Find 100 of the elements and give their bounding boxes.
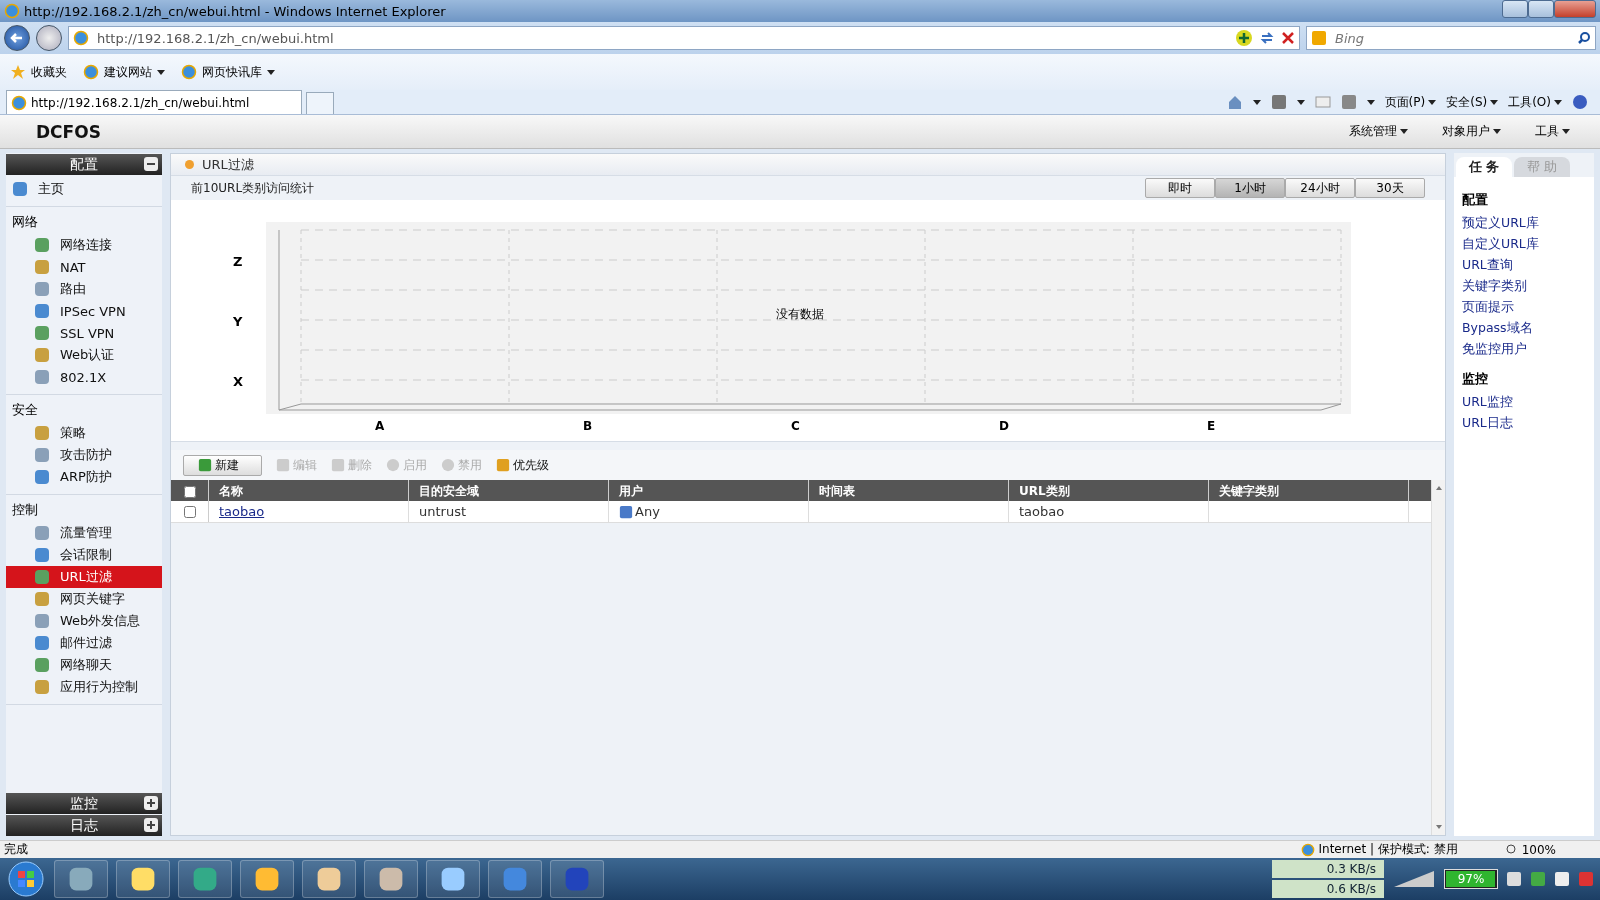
task-link[interactable]: 预定义URL库 xyxy=(1462,215,1586,236)
command-menu[interactable]: 安全(S) xyxy=(1446,93,1499,111)
taskbar-app-button[interactable] xyxy=(240,860,294,898)
taskbar-app-button[interactable] xyxy=(302,860,356,898)
axis-label: D xyxy=(999,418,1009,433)
menu-icon xyxy=(34,237,50,253)
sidebar-item[interactable]: 攻击防护 xyxy=(6,444,162,466)
window-title: http://192.168.2.1/zh_cn/webui.html - Windows Internet Explorer xyxy=(24,3,447,19)
sidebar-item[interactable]: IPSec VPN xyxy=(6,300,162,322)
menu-icon xyxy=(34,591,50,607)
task-link[interactable]: 页面提示 xyxy=(1462,299,1586,320)
address-field[interactable]: http://192.168.2.1/zh_cn/webui.html xyxy=(95,29,1229,47)
favorites-item[interactable]: 收藏夹 xyxy=(8,61,69,83)
sidebar-item[interactable]: ARP防护 xyxy=(6,466,162,488)
app-icon xyxy=(68,866,94,892)
minimize-button[interactable] xyxy=(1502,0,1528,18)
rule-link[interactable]: taobao xyxy=(219,504,265,519)
sidebar-item[interactable]: 应用行为控制 xyxy=(6,676,162,698)
task-link[interactable]: 免监控用户 xyxy=(1462,341,1586,362)
expand-icon[interactable] xyxy=(144,818,158,832)
security-zone: Internet | 保护模式: 禁用 xyxy=(1318,841,1458,858)
upload-speed: 0.3 KB/s xyxy=(1272,860,1384,878)
refresh-icon[interactable] xyxy=(1259,30,1275,46)
range-button[interactable]: 24小时 xyxy=(1285,178,1355,198)
sidebar-item[interactable]: 网络连接 xyxy=(6,234,162,256)
menu-button[interactable]: 对象用户 xyxy=(1442,123,1501,140)
command-menu[interactable]: 页面(P) xyxy=(1384,93,1437,111)
menu-icon xyxy=(34,569,50,585)
caret-icon[interactable] xyxy=(1366,99,1375,105)
zoom-icon xyxy=(1505,843,1518,856)
add-icon[interactable] xyxy=(1235,29,1253,47)
sidebar-item[interactable]: 网络聊天 xyxy=(6,654,162,676)
range-button[interactable]: 1小时 xyxy=(1215,178,1285,198)
search-box[interactable]: Bing xyxy=(1306,26,1596,50)
toolbar-button[interactable]: 优先级 xyxy=(496,454,549,476)
favorites-item[interactable]: 网页快讯库 xyxy=(179,61,277,83)
taskbar-app-button[interactable] xyxy=(488,860,542,898)
sidebar-item[interactable]: 802.1X xyxy=(6,366,162,388)
app-icon xyxy=(192,866,218,892)
taskbar-app-button[interactable] xyxy=(426,860,480,898)
tab-title: http://192.168.2.1/zh_cn/webui.html xyxy=(31,95,250,110)
close-button[interactable] xyxy=(1554,0,1596,18)
sidebar-section-header[interactable]: 配置 xyxy=(6,154,162,175)
caret-icon[interactable] xyxy=(1252,99,1261,105)
caret-icon[interactable] xyxy=(1296,99,1305,105)
sidebar-item[interactable]: 主页 xyxy=(6,178,162,200)
sidebar-item[interactable]: 邮件过滤 xyxy=(6,632,162,654)
address-bar[interactable]: http://192.168.2.1/zh_cn/webui.html xyxy=(68,26,1300,50)
taskbar-app-button[interactable] xyxy=(116,860,170,898)
task-link[interactable]: Bypass域名 xyxy=(1462,320,1586,341)
range-button[interactable]: 即时 xyxy=(1145,178,1215,198)
panel-tab[interactable]: 任 务 xyxy=(1456,157,1512,177)
taskbar-app-button[interactable] xyxy=(364,860,418,898)
axis-label: B xyxy=(583,418,593,433)
sidebar-item[interactable]: NAT xyxy=(6,256,162,278)
task-link[interactable]: 自定义URL库 xyxy=(1462,236,1586,257)
row-checkbox[interactable] xyxy=(183,505,196,518)
sidebar-item[interactable]: Web认证 xyxy=(6,344,162,366)
sidebar-item[interactable]: SSL VPN xyxy=(6,322,162,344)
menu-icon xyxy=(34,447,50,463)
taskbar-app-button[interactable] xyxy=(178,860,232,898)
menu-button[interactable]: 工具 xyxy=(1535,123,1570,140)
task-link[interactable]: URL日志 xyxy=(1462,415,1586,436)
maximize-button[interactable] xyxy=(1528,0,1554,18)
sidebar-item[interactable]: 流量管理 xyxy=(6,522,162,544)
taskbar-app-button[interactable] xyxy=(550,860,604,898)
sidebar-section-header[interactable]: 日志 xyxy=(6,815,162,836)
sidebar-item[interactable]: 策略 xyxy=(6,422,162,444)
taskbar-app-button[interactable] xyxy=(54,860,108,898)
menu-icon xyxy=(34,635,50,651)
home-icon[interactable] xyxy=(1226,94,1243,110)
select-all-checkbox[interactable] xyxy=(183,485,196,498)
expand-icon[interactable] xyxy=(144,796,158,810)
axis-label: A xyxy=(375,418,385,433)
range-button[interactable]: 30天 xyxy=(1355,178,1425,198)
task-link[interactable]: 关键字类别 xyxy=(1462,278,1586,299)
start-button[interactable] xyxy=(6,859,46,899)
browser-tab[interactable]: http://192.168.2.1/zh_cn/webui.html xyxy=(6,90,302,114)
chart-title: 前10URL类别访问统计 xyxy=(191,179,316,197)
zoom-level[interactable]: 100% xyxy=(1521,842,1556,857)
back-button[interactable] xyxy=(4,25,30,51)
sidebar-item[interactable]: 路由 xyxy=(6,278,162,300)
sidebar-item[interactable]: URL过滤 xyxy=(6,566,162,588)
scrollbar[interactable] xyxy=(1431,480,1445,835)
command-menu[interactable]: 工具(O) xyxy=(1508,93,1562,111)
task-link[interactable]: URL监控 xyxy=(1462,394,1586,415)
sidebar-item[interactable]: Web外发信息 xyxy=(6,610,162,632)
axis-label: C xyxy=(791,418,800,433)
sidebar-item[interactable]: 会话限制 xyxy=(6,544,162,566)
toolbar-button[interactable]: 新建 xyxy=(183,454,262,476)
app-icon xyxy=(378,866,404,892)
forward-button[interactable] xyxy=(36,25,62,51)
stop-icon[interactable] xyxy=(1281,31,1295,45)
search-icon[interactable] xyxy=(1577,31,1591,45)
favorites-item[interactable]: 建议网站 xyxy=(81,61,167,83)
sidebar-item[interactable]: 网页关键字 xyxy=(6,588,162,610)
collapse-icon[interactable] xyxy=(144,157,158,171)
menu-button[interactable]: 系统管理 xyxy=(1349,123,1408,140)
sidebar-section-header[interactable]: 监控 xyxy=(6,793,162,814)
task-link[interactable]: URL查询 xyxy=(1462,257,1586,278)
